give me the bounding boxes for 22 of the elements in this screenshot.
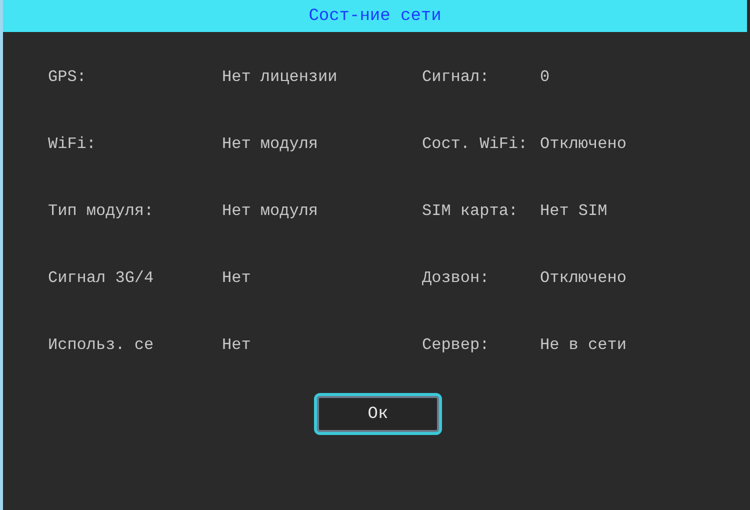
field-value: Нет — [222, 336, 252, 354]
field-value: Отключено — [540, 135, 628, 153]
field-value: Не в сети — [540, 336, 628, 354]
ok-button[interactable]: Ок — [314, 393, 442, 435]
field-label: Сост. WiFi: — [422, 135, 529, 153]
field-value: Нет модуля — [222, 202, 320, 220]
field-value: Отключено — [540, 269, 628, 287]
field-label: SIM карта: — [422, 202, 520, 220]
field-label: GPS: — [48, 68, 88, 86]
field-label: Сигнал: — [422, 68, 490, 86]
field-label: Дозвон: — [422, 269, 490, 287]
field-label: WiFi: — [48, 135, 98, 153]
field-value: Нет — [222, 269, 252, 287]
field-value: Нет лицензии — [222, 68, 338, 86]
field-value: Нет модуля — [222, 135, 320, 153]
field-value: 0 — [540, 68, 551, 86]
field-value: Нет SIM — [540, 202, 608, 220]
field-label: Сигнал 3G/4 — [48, 269, 155, 287]
field-label: Использ. се — [48, 336, 155, 354]
field-label: Тип модуля: — [48, 202, 155, 220]
window-title: Сост-ние сети — [308, 6, 442, 26]
field-label: Сервер: — [422, 336, 490, 354]
